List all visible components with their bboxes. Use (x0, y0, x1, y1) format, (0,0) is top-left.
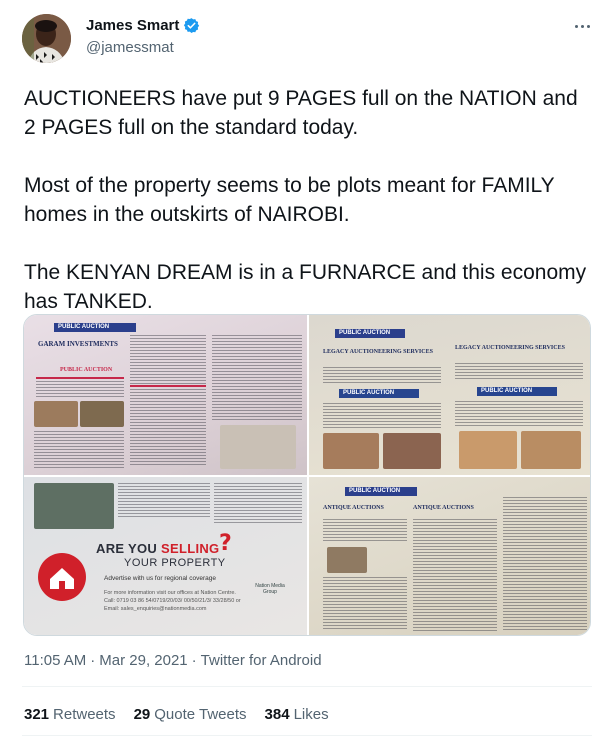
house-photo (323, 433, 379, 469)
listing-text (212, 335, 302, 421)
retweets-label: Retweets (53, 706, 116, 723)
divider (22, 735, 592, 736)
media-grid: PUBLIC AUCTION GARAM INVESTMENTS PUBLIC … (23, 314, 591, 636)
date-text: Mar 29, 2021 (99, 652, 188, 669)
public-auction-banner: PUBLIC AUCTION (345, 487, 417, 496)
retweets-stat[interactable]: 321 Retweets (24, 706, 116, 723)
house-photo (80, 401, 124, 427)
red-rule (36, 377, 124, 379)
house-for-sale-icon (38, 553, 86, 601)
question-mark-icon: ? (219, 531, 232, 556)
listing-text (214, 483, 302, 523)
listing-text (323, 519, 407, 543)
tweet-time[interactable]: 11:05 AM · Mar 29, 2021 (24, 652, 188, 669)
auctioneer-heading: LEGACY AUCTIONEERING SERVICES (323, 349, 433, 355)
newspaper-photo-4[interactable]: PUBLIC AUCTION ANTIQUE AUCTIONS ANTIQUE … (309, 477, 590, 635)
house-photo (34, 483, 114, 529)
author-name-row[interactable]: James Smart (86, 17, 200, 34)
newspaper-photo-1[interactable]: PUBLIC AUCTION GARAM INVESTMENTS PUBLIC … (24, 315, 307, 475)
newspaper-photo-3[interactable]: ARE YOU SELLING ? YOUR PROPERTY Advertis… (24, 477, 307, 635)
divider (22, 686, 592, 687)
newspaper-photo-2[interactable]: PUBLIC AUCTION LEGACY AUCTIONEERING SERV… (309, 315, 590, 475)
ad-brand: Nation Media Group (255, 583, 285, 595)
time-text: 11:05 AM (24, 652, 87, 669)
public-auction-banner: PUBLIC AUCTION (54, 323, 136, 332)
tweet-source[interactable]: Twitter for Android (201, 652, 322, 669)
listing-text (323, 403, 441, 429)
auction-label: PUBLIC AUCTION (60, 367, 113, 373)
likes-label: Likes (293, 706, 329, 723)
listing-text (34, 431, 124, 469)
house-photo (220, 425, 296, 469)
house-photo (34, 401, 78, 427)
retweets-count: 321 (24, 706, 50, 723)
auctioneer-heading: GARAM INVESTMENTS (38, 340, 118, 348)
public-auction-banner: PUBLIC AUCTION (335, 329, 405, 338)
more-options-icon[interactable] (570, 16, 594, 36)
listing-text (130, 335, 206, 467)
verified-badge-icon (183, 17, 200, 34)
ad-contact: For more information visit our offices a… (104, 590, 241, 612)
auctioneer-heading: LEGACY AUCTIONEERING SERVICES (455, 345, 565, 351)
display-name[interactable]: James Smart (86, 17, 179, 34)
red-rule (130, 385, 206, 387)
ad-subtitle: YOUR PROPERTY (124, 557, 226, 569)
tweet-paragraph: Most of the property seems to be plots m… (24, 174, 555, 226)
ad-line: Advertise with us for regional coverage (104, 575, 217, 582)
quote-tweets-stat[interactable]: 29 Quote Tweets (134, 706, 247, 723)
tweet-paragraph: The KENYAN DREAM is in a FURNARCE and th… (24, 261, 587, 313)
tweet-card: James Smart @jamessmat AUCTIONEERS have … (0, 0, 612, 737)
auctioneer-heading: ANTIQUE AUCTIONS (323, 505, 384, 511)
listing-text (455, 363, 583, 381)
auction-label: PUBLIC AUCTION (339, 389, 419, 398)
listing-text (455, 401, 583, 427)
tweet-text: AUCTIONEERS have put 9 PAGES full on the… (24, 84, 594, 345)
listing-text (118, 483, 210, 519)
house-photo (521, 431, 581, 469)
engagement-stats: 321 Retweets 29 Quote Tweets 384 Likes (24, 706, 329, 723)
listing-text (36, 381, 124, 397)
listing-text (323, 367, 441, 385)
avatar[interactable] (22, 14, 71, 63)
likes-count: 384 (264, 706, 290, 723)
listing-text (503, 497, 587, 631)
house-photo (327, 547, 367, 573)
listing-text (413, 519, 497, 631)
quote-tweets-label: Quote Tweets (154, 706, 247, 723)
listing-text (323, 577, 407, 631)
auctioneer-heading: ANTIQUE AUCTIONS (413, 505, 474, 511)
tweet-paragraph: AUCTIONEERS have put 9 PAGES full on the… (24, 87, 578, 139)
ad-title: ARE YOU SELLING (96, 541, 219, 556)
author-handle[interactable]: @jamessmat (86, 39, 174, 56)
quote-tweets-count: 29 (133, 706, 151, 723)
house-photo (383, 433, 441, 469)
house-photo (459, 431, 517, 469)
ad-title-text: ARE YOU (96, 541, 162, 556)
likes-stat[interactable]: 384 Likes (265, 706, 329, 723)
ad-title-highlight: SELLING (161, 541, 220, 556)
tweet-metadata: 11:05 AM · Mar 29, 2021 · Twitter for Androi… (24, 652, 322, 669)
auction-label: PUBLIC AUCTION (477, 387, 557, 396)
